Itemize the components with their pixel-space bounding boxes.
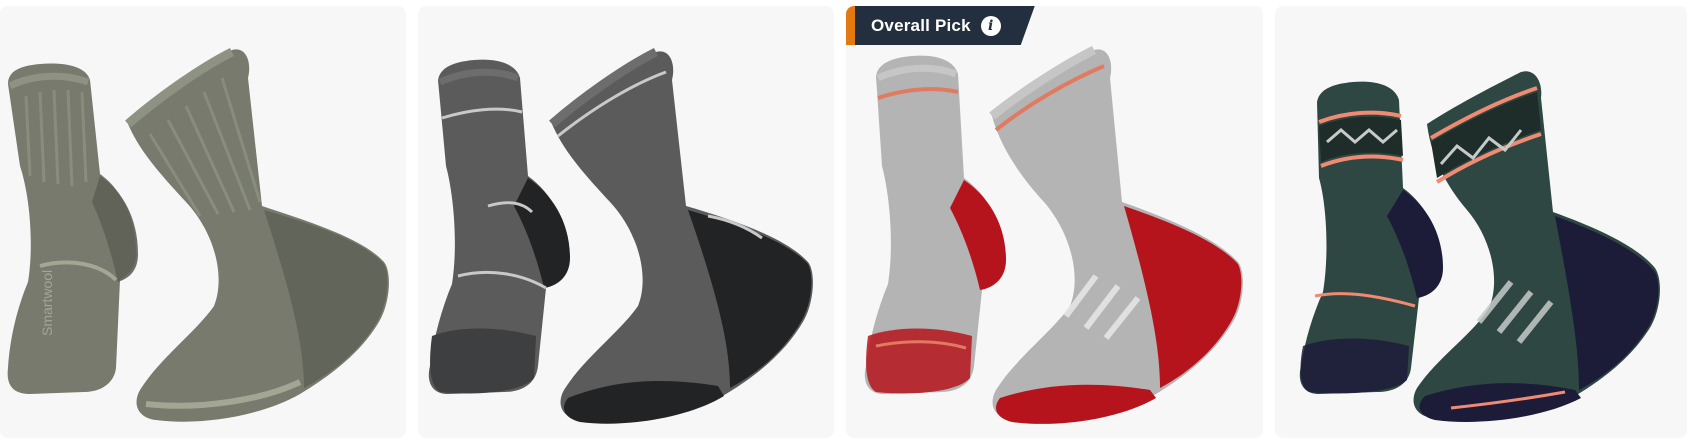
sock-brand-print: Smartwool (39, 270, 55, 336)
sock-left (428, 59, 570, 394)
product-image-3[interactable] (846, 6, 1263, 438)
product-image-1[interactable]: Smartwool (0, 6, 406, 438)
product-card-3[interactable]: Overall Pick i (846, 6, 1263, 438)
product-card-4[interactable] (1275, 6, 1687, 438)
sock-right (1413, 71, 1660, 422)
sock-left (864, 55, 1006, 394)
badge-label: Overall Pick (871, 15, 971, 35)
sock-right (549, 47, 813, 424)
badge-body: Overall Pick i (855, 6, 1035, 45)
sock-left (1299, 81, 1443, 394)
info-icon[interactable]: i (981, 16, 1001, 36)
badge-accent (846, 6, 855, 45)
overall-pick-badge[interactable]: Overall Pick i (846, 6, 1035, 45)
product-image-4[interactable] (1275, 6, 1687, 438)
sock-right (125, 47, 389, 422)
sock-left: Smartwool (7, 63, 138, 395)
sock-right (989, 45, 1243, 424)
product-card-2[interactable] (418, 6, 834, 438)
product-image-2[interactable] (418, 6, 834, 438)
product-card-1[interactable]: Smartwool (0, 6, 406, 438)
